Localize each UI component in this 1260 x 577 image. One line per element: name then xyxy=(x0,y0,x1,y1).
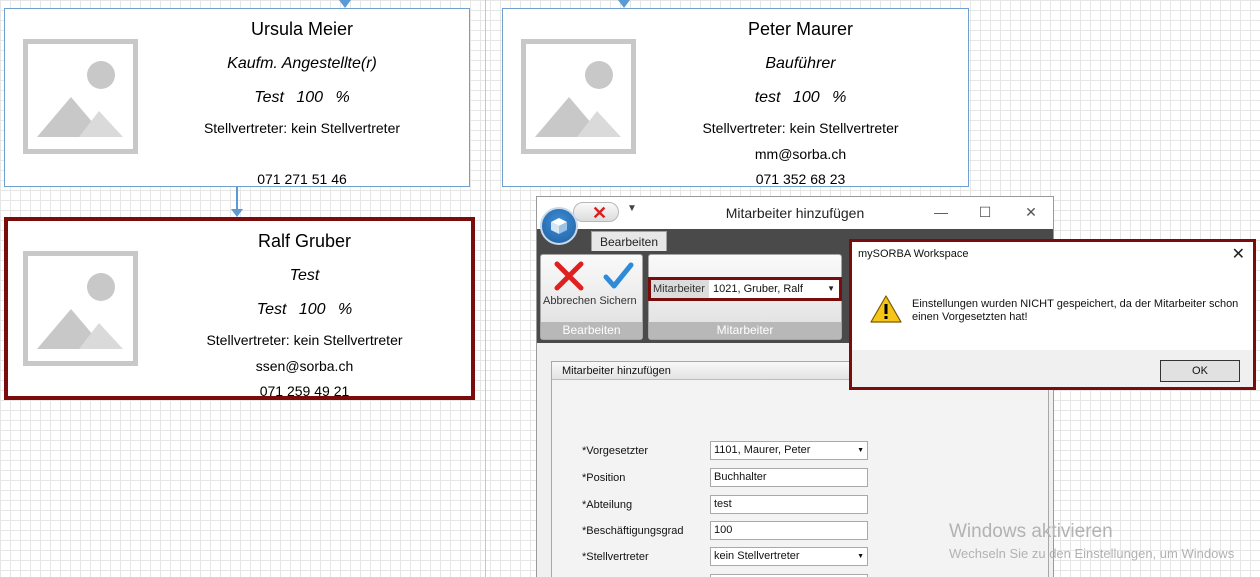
department-input[interactable]: test xyxy=(710,495,868,514)
image-placeholder-icon xyxy=(521,39,636,154)
save-label: Sichern xyxy=(599,295,637,307)
save-button[interactable]: Sichern xyxy=(595,259,641,317)
card-deputy: Stellvertreter: kein Stellvertreter xyxy=(206,332,403,348)
employee-combo-label: Mitarbeiter xyxy=(651,280,709,298)
connector-arrow xyxy=(231,209,243,217)
connector-line xyxy=(236,187,238,209)
deputy-value: kein Stellvertreter xyxy=(714,550,800,562)
close-icon[interactable]: ✕ xyxy=(1232,244,1245,264)
card-deputy: Stellvertreter: kein Stellvertreter xyxy=(702,120,899,136)
card-email: ssen@sorba.ch xyxy=(255,358,354,374)
image-placeholder-icon xyxy=(23,251,138,366)
message-box-footer: OK xyxy=(852,350,1253,387)
save-check-icon xyxy=(603,262,634,289)
dialog-title: Mitarbeiter hinzufügen xyxy=(725,205,865,221)
group-employee-label: Mitarbeiter xyxy=(649,322,841,339)
card-percentage: test 100 % xyxy=(754,89,847,106)
warning-icon xyxy=(870,295,902,323)
card-deputy: Stellvertreter: kein Stellvertreter xyxy=(203,120,401,136)
card-phone: 071 352 68 23 xyxy=(755,171,846,187)
warning-message-box: mySORBA Workspace ✕ Einstellungen wurden… xyxy=(849,239,1256,390)
org-card-peter-maurer[interactable]: Peter Maurer Bauführer test 100 % Stellv… xyxy=(502,8,969,187)
minimize-icon[interactable]: — xyxy=(931,202,951,222)
card-percentage: Test 100 % xyxy=(256,301,353,318)
card-name: Peter Maurer xyxy=(747,19,854,39)
card-phone: 071 259 49 21 xyxy=(259,383,350,399)
deputy-select[interactable]: kein Stellvertreter ▼ xyxy=(710,547,868,566)
employee-combo-value: 1021, Gruber, Ralf xyxy=(713,283,803,295)
message-box-title: mySORBA Workspace xyxy=(858,248,969,260)
form-panel: Mitarbeiter hinzufügen *Vorgesetzter 110… xyxy=(551,361,1049,577)
ok-button[interactable]: OK xyxy=(1160,360,1240,382)
card-percentage: Test 100 % xyxy=(254,89,350,106)
connector-arrow-top-right xyxy=(618,0,630,8)
employment-rate-input[interactable]: 100 xyxy=(710,521,868,540)
windows-activation-hint: Wechseln Sie zu den Einstellungen, um Wi… xyxy=(949,546,1235,561)
supervisor-value: 1101, Maurer, Peter xyxy=(714,444,811,456)
chevron-down-icon: ▼ xyxy=(857,447,864,454)
message-box-text: Einstellungen wurden NICHT gespeichert, … xyxy=(912,298,1239,323)
cancel-button[interactable]: Abbrechen xyxy=(543,259,597,317)
chevron-down-icon[interactable]: ▼ xyxy=(827,280,835,298)
close-icon[interactable]: ✕ xyxy=(1021,202,1041,222)
card-phone: 071 271 51 46 xyxy=(257,171,347,187)
windows-activation-title: Windows aktivieren xyxy=(949,521,1113,542)
card-name: Ralf Gruber xyxy=(257,231,352,251)
message-box-body: Einstellungen wurden NICHT gespeichert, … xyxy=(852,266,1253,350)
position-value: Buchhalter xyxy=(714,471,767,483)
field-label-employment-rate: *Beschäftigungsgrad xyxy=(582,525,684,537)
employee-combo[interactable]: Mitarbeiter 1021, Gruber, Ralf ▼ xyxy=(648,277,842,301)
app-orb-icon[interactable] xyxy=(540,207,578,245)
position-input[interactable]: Buchhalter xyxy=(710,468,868,487)
connector-arrow-top-left xyxy=(339,0,351,8)
employment-rate-value: 100 xyxy=(714,524,733,536)
cancel-label: Abbrechen xyxy=(543,295,597,307)
maximize-icon[interactable]: ☐ xyxy=(975,202,995,222)
quick-access-toolbar[interactable]: ✕ xyxy=(573,202,619,223)
tab-bearbeiten[interactable]: Bearbeiten xyxy=(591,231,667,252)
card-role: Bauführer xyxy=(765,55,836,72)
field-label-supervisor: *Vorgesetzter xyxy=(582,445,649,457)
supervisor-select[interactable]: 1101, Maurer, Peter ▼ xyxy=(710,441,868,460)
org-card-ursula-meier[interactable]: Ursula Meier Kaufm. Angestellte(r) Test … xyxy=(4,8,470,187)
chevron-down-icon[interactable]: ▼ xyxy=(627,203,637,214)
ribbon-group-edit: Abbrechen Sichern Bearbeiten xyxy=(540,254,643,340)
card-email: mm@sorba.ch xyxy=(754,146,847,162)
department-value: test xyxy=(714,498,732,510)
group-edit-label: Bearbeiten xyxy=(541,322,642,339)
cancel-x-icon[interactable]: ✕ xyxy=(592,203,607,223)
canvas-divider xyxy=(485,0,486,577)
dialog-titlebar: ✕ ▼ Mitarbeiter hinzufügen — ☐ ✕ xyxy=(537,197,1053,229)
card-name: Ursula Meier xyxy=(250,19,354,39)
chevron-down-icon: ▼ xyxy=(857,553,864,560)
image-placeholder-icon xyxy=(23,39,138,154)
field-label-position: *Position xyxy=(582,472,626,484)
org-card-ralf-gruber[interactable]: Ralf Gruber Test Test 100 % Stellvertret… xyxy=(4,217,475,400)
cancel-x-icon xyxy=(554,261,584,291)
field-label-deputy: *Stellvertreter xyxy=(582,551,649,563)
card-role: Kaufm. Angestellte(r) xyxy=(227,55,377,72)
field-label-department: *Abteilung xyxy=(582,499,633,511)
card-role: Test xyxy=(289,267,320,284)
